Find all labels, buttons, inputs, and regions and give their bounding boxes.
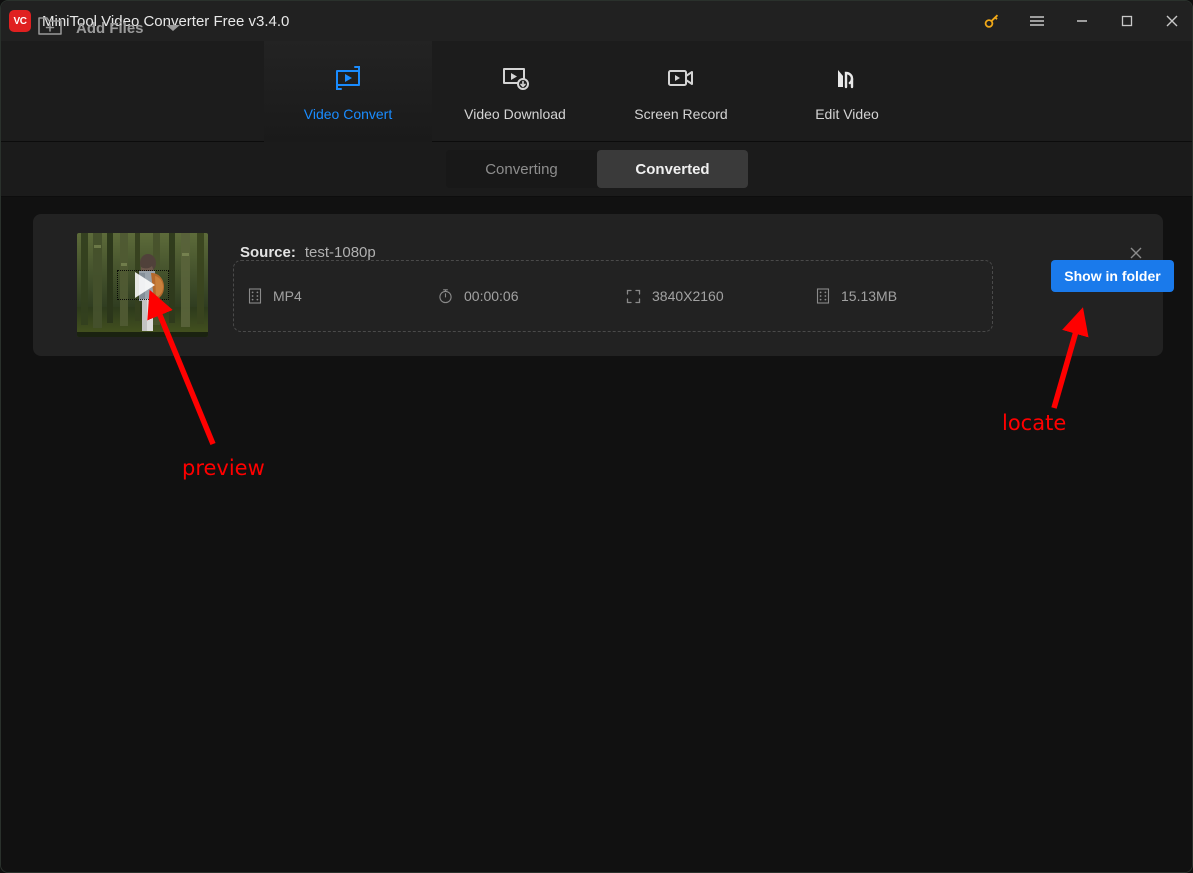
tab-video-download[interactable]: Video Download xyxy=(431,41,599,142)
app-window: VC MiniTool Video Converter Free v3.4.0 xyxy=(0,0,1193,873)
close-icon[interactable] xyxy=(1149,1,1192,41)
tab-label: Video Convert xyxy=(303,106,393,122)
tab-edit-video[interactable]: Edit Video xyxy=(763,41,931,142)
converted-file-card: Source: test-1080p MP4 00:00:06 3840X216… xyxy=(33,214,1174,356)
info-duration: 00:00:06 xyxy=(438,288,519,304)
tab-label: Edit Video xyxy=(815,106,879,122)
app-logo: VC xyxy=(9,10,31,32)
file-size-icon xyxy=(816,288,830,304)
add-files-label: Add Files xyxy=(76,19,144,37)
window-controls xyxy=(969,1,1192,41)
info-filesize: 15.13MB xyxy=(816,288,897,304)
key-icon[interactable] xyxy=(969,1,1014,41)
convert-loop-icon xyxy=(331,61,365,95)
caret-down-icon[interactable] xyxy=(165,20,181,37)
edit-video-icon xyxy=(830,61,864,95)
tab-label: Video Download xyxy=(464,106,566,122)
film-format-icon xyxy=(248,288,262,304)
info-resolution: 3840X2160 xyxy=(626,288,724,304)
info-format: MP4 xyxy=(248,288,302,304)
maximize-icon[interactable] xyxy=(1104,1,1149,41)
play-icon[interactable] xyxy=(116,270,169,300)
tab-converted[interactable]: Converted xyxy=(597,150,748,188)
source-label: Source: xyxy=(240,244,296,261)
resolution-icon xyxy=(626,289,641,304)
tab-video-convert[interactable]: Video Convert xyxy=(264,41,432,142)
minimize-icon[interactable] xyxy=(1059,1,1104,41)
source-row: Source: test-1080p xyxy=(240,244,376,261)
file-info-box: MP4 00:00:06 3840X2160 15.13MB xyxy=(233,260,993,332)
add-files-button[interactable]: Add Files xyxy=(37,12,181,44)
annotation-locate-label: locate xyxy=(1002,411,1067,435)
menu-icon[interactable] xyxy=(1014,1,1059,41)
annotation-preview-label: preview xyxy=(182,456,265,480)
status-filter-tabs: Converting Converted xyxy=(446,150,748,188)
show-in-folder-button[interactable]: Show in folder xyxy=(1051,260,1174,292)
tab-screen-record[interactable]: Screen Record xyxy=(597,41,765,142)
main-tab-bar: Video Convert Video Download Screen Reco… xyxy=(1,41,1192,142)
folder-plus-icon xyxy=(37,14,65,42)
tab-label: Screen Record xyxy=(634,106,728,122)
video-thumbnail[interactable] xyxy=(77,233,208,337)
info-value: 3840X2160 xyxy=(652,288,724,304)
timer-icon xyxy=(438,288,453,304)
video-download-icon xyxy=(498,61,532,95)
camcorder-icon xyxy=(664,61,698,95)
info-value: MP4 xyxy=(273,288,302,304)
tab-converting[interactable]: Converting xyxy=(446,150,597,188)
source-filename: test-1080p xyxy=(304,244,376,261)
content-area: Source: test-1080p MP4 00:00:06 3840X216… xyxy=(1,197,1192,872)
info-value: 00:00:06 xyxy=(464,288,519,304)
info-value: 15.13MB xyxy=(841,288,898,304)
